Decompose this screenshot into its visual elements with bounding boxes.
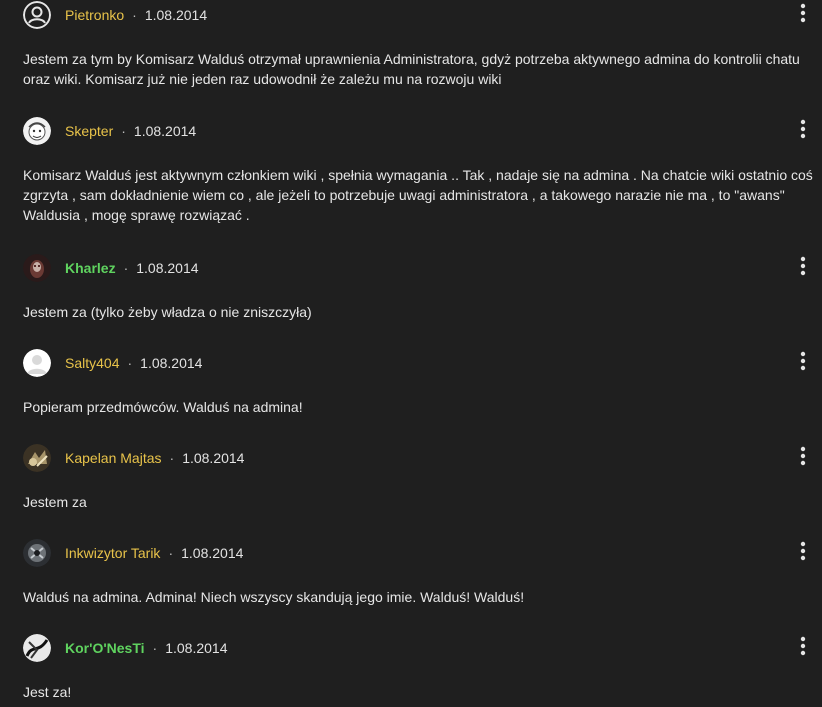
comment-meta: Kapelan Majtas · 1.08.2014 — [23, 443, 244, 473]
comment-menu-button[interactable] — [796, 540, 810, 562]
meta-separator: · — [127, 355, 133, 371]
comment-author-link[interactable]: Salty404 — [65, 355, 119, 371]
user-avatar[interactable] — [23, 634, 51, 662]
comment-author-link[interactable]: Pietronko — [65, 7, 124, 23]
comment-date: 1.08.2014 — [133, 123, 197, 139]
meta-separator: · — [132, 7, 137, 23]
meta-separator: · — [123, 260, 129, 276]
comment-date: 1.08.2014 — [165, 640, 228, 656]
user-avatar[interactable] — [23, 117, 51, 145]
comment-menu-button[interactable] — [796, 2, 810, 24]
comment-author-link[interactable]: Inkwizytor Tarik — [65, 545, 160, 561]
comment-menu-button[interactable] — [796, 255, 810, 277]
meta-separator: · — [169, 450, 175, 466]
more-vertical-icon — [800, 636, 806, 656]
comment-author-link[interactable]: Kapelan Majtas — [65, 450, 162, 466]
user-avatar[interactable] — [23, 349, 51, 377]
more-vertical-icon — [800, 256, 806, 276]
comment-body: Walduś na admina. Admina! Niech wszyscy … — [23, 589, 525, 605]
sketch-avatar — [23, 634, 51, 662]
meta-separator: · — [121, 123, 126, 139]
comment-meta: Kor'O'NesTi · 1.08.2014 — [23, 633, 228, 663]
blank-avatar — [23, 349, 51, 377]
more-vertical-icon — [800, 3, 806, 23]
comment-body: Jestem za tym by Komisarz Walduś otrzyma… — [23, 51, 800, 87]
comment-meta: Inkwizytor Tarik · 1.08.2014 — [23, 538, 243, 568]
meta-separator: · — [168, 545, 174, 561]
comment-date: 1.08.2014 — [182, 450, 245, 466]
meta-separator: · — [152, 640, 158, 656]
comment-date: 1.08.2014 — [144, 7, 208, 23]
comment-date: 1.08.2014 — [140, 355, 203, 371]
comment-menu-button[interactable] — [796, 350, 810, 372]
comment-date: 1.08.2014 — [136, 260, 199, 276]
comment-menu-button[interactable] — [796, 445, 810, 467]
comment-body: Komisarz Walduś jest aktywnym członkiem … — [23, 167, 813, 223]
sepia-avatar — [23, 444, 51, 472]
comment-body: Jestem za — [23, 494, 87, 510]
more-vertical-icon — [800, 446, 806, 466]
comment-meta: Pietronko · 1.08.2014 — [23, 0, 207, 30]
user-avatar[interactable] — [23, 1, 51, 29]
user-avatar[interactable] — [23, 539, 51, 567]
default-user-icon — [23, 1, 51, 29]
comment-body: Jestem za (tylko żeby władza o nie znisz… — [23, 304, 312, 320]
comment-author-link[interactable]: Kharlez — [65, 260, 116, 276]
comment-menu-button[interactable] — [796, 635, 810, 657]
user-avatar[interactable] — [23, 444, 51, 472]
mechanical-avatar — [23, 539, 51, 567]
comment-meta: Salty404 · 1.08.2014 — [23, 348, 202, 378]
comment-menu-button[interactable] — [796, 118, 810, 140]
cartoon-face-avatar — [23, 117, 51, 145]
comment-author-link[interactable]: Kor'O'NesTi — [65, 640, 145, 656]
user-avatar[interactable] — [23, 254, 51, 282]
comment-date: 1.08.2014 — [181, 545, 244, 561]
comment-meta: Skepter · 1.08.2014 — [23, 116, 196, 146]
comment-meta: Kharlez · 1.08.2014 — [23, 253, 199, 283]
comment-body: Popieram przedmówców. Walduś na admina! — [23, 399, 303, 415]
more-vertical-icon — [800, 119, 806, 139]
more-vertical-icon — [800, 541, 806, 561]
dark-face-avatar — [23, 254, 51, 282]
more-vertical-icon — [800, 351, 806, 371]
comment-body: Jest za! — [23, 684, 72, 700]
comment-thread: Pietronko · 1.08.2014 Jestem za tym by K… — [0, 0, 822, 707]
comment-author-link[interactable]: Skepter — [65, 123, 113, 139]
